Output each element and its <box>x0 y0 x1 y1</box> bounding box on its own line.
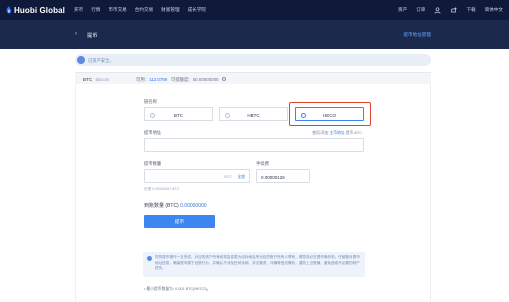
limit-label: 可提额度： <box>170 76 193 82</box>
logo[interactable]: Huobi Global <box>6 5 65 15</box>
limit-value: 50.00000000 <box>192 76 219 82</box>
nav-buy-crypto[interactable]: 买币 <box>74 7 83 13</box>
logo-text: Huobi Global <box>14 5 65 15</box>
chain-option-label: BTC <box>174 112 183 118</box>
nav-markets[interactable]: 行情 <box>91 7 100 13</box>
available-value: 112.0789 <box>149 76 168 82</box>
arrive-amount: 到账数量 (BTC) 0.00000000 <box>144 202 207 209</box>
page-header: ‹ 提币 提币地址管理 <box>0 20 509 49</box>
notification-icon[interactable] <box>450 7 457 14</box>
shield-icon <box>77 56 85 64</box>
risk-tips-text: 您的提币操作一旦完成，对应的资产所有权将会变更为目标地址所对应的账户所有人享有，… <box>155 255 360 270</box>
amount-input[interactable]: BTC 全部 <box>144 169 250 183</box>
arrive-value: 0.00000000 <box>180 203 207 209</box>
nav-spot-trading[interactable]: 币币交易 <box>108 7 126 13</box>
withdraw-all-button[interactable]: 全部 <box>237 175 245 180</box>
nav-derivatives[interactable]: 合约交易 <box>135 7 153 13</box>
back-arrow-icon[interactable]: ‹ <box>75 31 77 37</box>
info-icon[interactable] <box>221 77 226 82</box>
amount-label: 提币数量 <box>144 161 162 166</box>
fee-field: 0.00000126 <box>256 169 310 183</box>
fee-label: 手续费 <box>256 161 269 166</box>
address-hint-prefix: 使用/添加 <box>312 131 329 135</box>
balance-info: 可用：112.0789 可提额度：50.00000000 <box>136 77 226 83</box>
withdraw-form: 链名称 BTC HBTC HECO 提币地址 使用/添加 主币地址 提币 BTC… <box>75 84 431 302</box>
chain-option-hbtc[interactable]: HBTC <box>219 107 288 121</box>
chain-option-btc[interactable]: BTC <box>144 107 213 121</box>
arrive-label: 到账数量 (BTC) <box>144 203 179 209</box>
notice-text: 已资产安全。 <box>88 57 114 63</box>
main-content: 已资产安全。 BTC Bitcoin 可用：112.0789 可提额度：50.0… <box>0 49 509 302</box>
nav-assets[interactable]: 资产 <box>398 7 407 13</box>
highlight-box <box>289 102 371 126</box>
user-icon[interactable] <box>434 6 441 14</box>
min-withdraw-note: • 最小提币数量为: 0.001 BTC(HECO)。 <box>144 287 211 291</box>
submit-withdraw-button[interactable]: 提币 <box>144 215 215 228</box>
nav-orders[interactable]: 订单 <box>416 7 425 13</box>
main-coin-address-link[interactable]: 主币地址 <box>330 131 345 135</box>
main-menu: 买币 行情 币币交易 合约交易 财富管理 成长学院 <box>74 7 214 13</box>
fee-value: 0.00000126 <box>261 174 285 180</box>
chain-option-label: HBTC <box>247 112 260 118</box>
coin-selector-bar[interactable]: BTC Bitcoin 可用：112.0789 可提额度：50.00000000 <box>75 72 431 84</box>
min-amount-note: 可提 0.00000087 BTC <box>144 187 180 191</box>
info-icon <box>147 256 152 261</box>
coin-name[interactable]: BTC Bitcoin <box>83 77 109 82</box>
page-title: 提币 <box>87 33 98 39</box>
risk-tips: 您的提币操作一旦完成，对应的资产所有权将会变更为目标地址所对应的账户所有人享有，… <box>143 252 365 277</box>
amount-unit: BTC <box>224 175 232 179</box>
nav-right: 资产 订单 下载 简体中文 <box>389 0 503 20</box>
nav-academy[interactable]: 成长学院 <box>188 7 206 13</box>
coin-fullname: Bitcoin <box>95 76 110 82</box>
address-hint: 使用/添加 主币地址 提币 BTC <box>312 131 362 136</box>
available-label: 可用： <box>136 76 150 82</box>
coin-symbol: BTC <box>83 76 93 82</box>
security-notice: 已资产安全。 <box>75 54 431 66</box>
top-nav: Huobi Global 买币 行情 币币交易 合约交易 财富管理 成长学院 资… <box>0 0 509 20</box>
chain-label: 链名称 <box>144 99 157 104</box>
flame-logo-icon <box>6 5 12 13</box>
nav-wealth[interactable]: 财富管理 <box>161 7 179 13</box>
address-management-link[interactable]: 提币地址管理 <box>403 32 431 38</box>
address-label: 提币地址 <box>144 130 162 135</box>
nav-download[interactable]: 下载 <box>466 7 475 13</box>
address-hint-suffix: 提币 BTC <box>345 131 362 135</box>
language-selector[interactable]: 简体中文 <box>485 7 503 13</box>
address-input[interactable] <box>144 138 364 152</box>
